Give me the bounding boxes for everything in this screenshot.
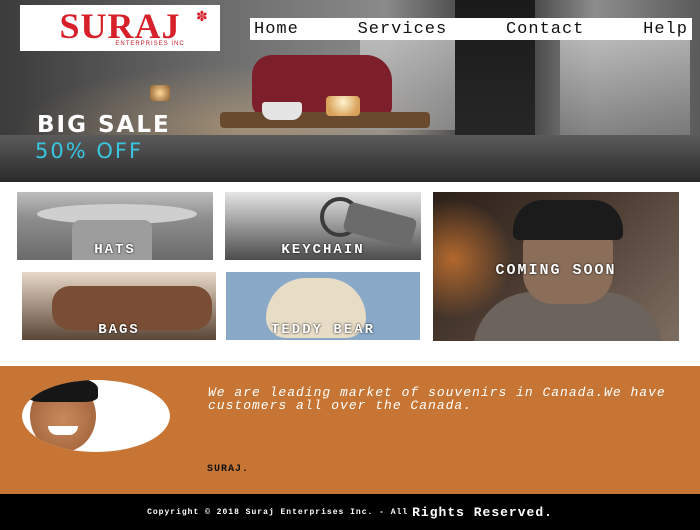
about-section: We are leading market of souvenirs in Ca…: [0, 366, 700, 494]
logo-text: SURAJ: [59, 6, 181, 46]
avatar-smile-image: [48, 426, 78, 435]
avatar-hair-image: [28, 380, 98, 402]
nav-home[interactable]: Home: [254, 20, 299, 39]
footer: Copyright © 2018 Suraj Enterprises Inc. …: [0, 494, 700, 530]
sale-headline: BIG SALE: [37, 112, 171, 138]
model-cap-image: [513, 200, 623, 240]
product-tile-teddy-bear[interactable]: TEDDY BEAR: [226, 272, 420, 340]
site-logo[interactable]: SURAJ ✽ ENTERPRISES INC: [20, 5, 220, 51]
product-label-keychain: KEYCHAIN: [281, 242, 365, 258]
hero-lantern-image: [150, 85, 170, 101]
hero-window-right: [560, 30, 690, 140]
nav-services[interactable]: Services: [358, 20, 448, 39]
product-label-coming-soon: COMING SOON: [495, 262, 617, 279]
copyright-text: Copyright © 2018 Suraj Enterprises Inc. …: [147, 507, 409, 517]
hero-tray-image: [220, 112, 430, 128]
sale-discount: 50% OFF: [35, 139, 144, 163]
maple-leaf-icon: ✽: [196, 8, 208, 24]
logo-subtext: ENTERPRISES INC: [115, 41, 185, 47]
about-signature: SURAJ.: [207, 464, 250, 475]
avatar: [22, 380, 170, 452]
nav-help[interactable]: Help: [643, 20, 688, 39]
main-nav: Home Services Contact Help: [250, 18, 692, 40]
hero-cup-image: [262, 102, 302, 120]
rights-reserved-text: Rights Reserved.: [412, 504, 553, 520]
about-text: We are leading market of souvenirs in Ca…: [208, 385, 666, 413]
product-label-hats: HATS: [94, 242, 136, 258]
product-tile-keychain[interactable]: KEYCHAIN: [225, 192, 421, 260]
product-label-bags: BAGS: [98, 322, 140, 338]
product-tile-hats[interactable]: HATS: [17, 192, 213, 260]
nav-contact[interactable]: Contact: [506, 20, 584, 39]
product-tile-coming-soon[interactable]: COMING SOON: [433, 192, 679, 341]
product-label-teddy-bear: TEDDY BEAR: [270, 322, 375, 338]
hero-banner: SURAJ ✽ ENTERPRISES INC Home Services Co…: [0, 0, 700, 182]
product-tile-bags[interactable]: BAGS: [22, 272, 216, 340]
hero-candle-image: [326, 96, 360, 116]
